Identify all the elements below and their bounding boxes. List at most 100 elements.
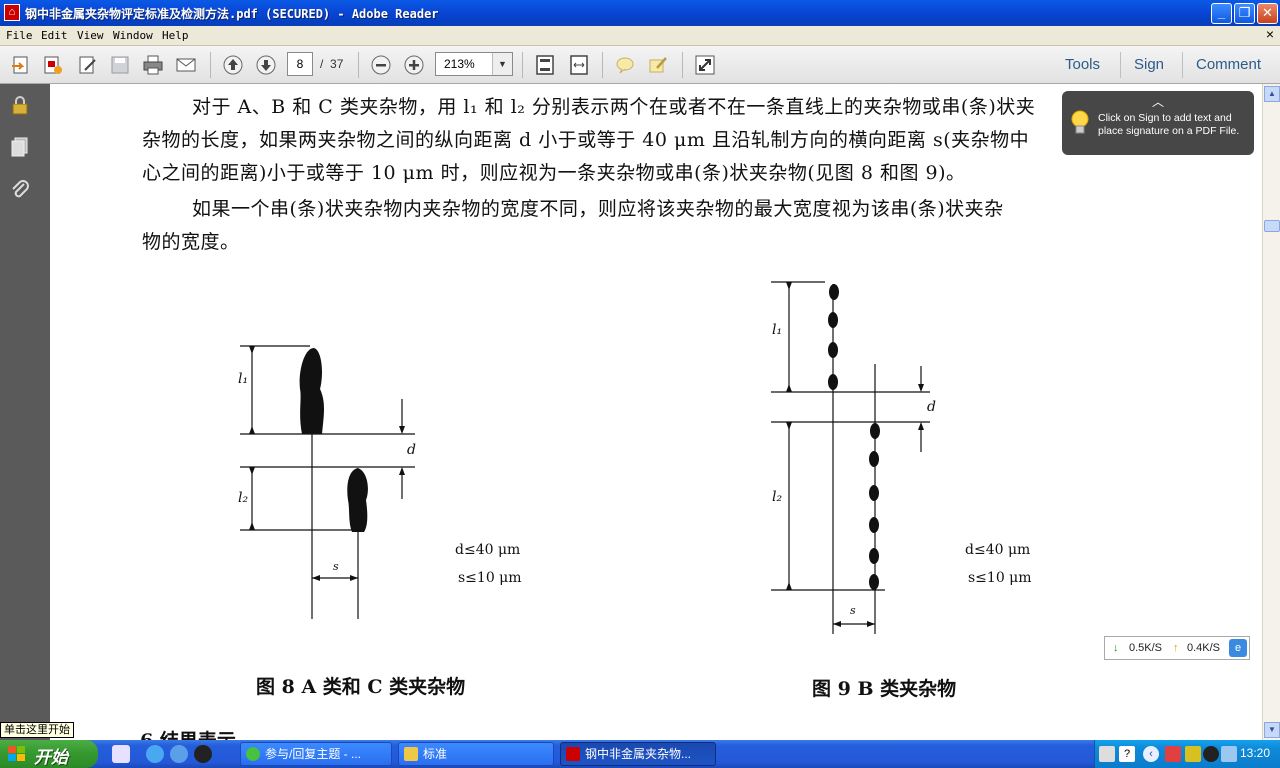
- browser-icon: [246, 747, 260, 761]
- email-icon[interactable]: [173, 53, 199, 77]
- zoom-select[interactable]: 213% ▼: [435, 52, 513, 76]
- browser-icon[interactable]: e: [1229, 639, 1247, 657]
- fig8-label-l2: l₂: [238, 490, 249, 506]
- fig8-label-l1: l₁: [238, 371, 249, 387]
- chevron-down-icon[interactable]: ▼: [492, 53, 512, 75]
- toolbar-separator: [602, 52, 603, 78]
- menu-file[interactable]: File: [6, 29, 33, 42]
- window-title: 钢中非金属夹杂物评定标准及检测方法.pdf (SECURED) - Adobe …: [25, 7, 439, 21]
- keyboard-icon[interactable]: [1099, 746, 1115, 762]
- menu-window[interactable]: Window: [113, 29, 153, 42]
- qq-tray-icon[interactable]: [1203, 746, 1219, 762]
- toolbar-separator: [1182, 52, 1183, 78]
- quicklaunch-qq-icon[interactable]: [194, 745, 212, 763]
- paragraph-line: 物的宽度。: [142, 231, 240, 253]
- close-button[interactable]: ✕: [1257, 3, 1278, 24]
- quicklaunch-ie-icon[interactable]: [170, 745, 188, 763]
- fig9-label-l1: l₁: [772, 322, 783, 338]
- task-folder-standard[interactable]: 标准: [398, 742, 554, 766]
- upload-arrow-icon: ↑: [1173, 642, 1179, 654]
- fig8-label-s: s: [333, 560, 339, 573]
- start-button[interactable]: 开始: [0, 740, 98, 768]
- fig8-label-d: d: [407, 442, 416, 458]
- minimize-button[interactable]: _: [1211, 3, 1232, 24]
- scroll-down-arrow-icon[interactable]: ▼: [1264, 722, 1280, 738]
- taskbar: 开始 参与/回复主题 - ... 标准 钢中非金属夹杂物... ? ‹ 13:2…: [0, 740, 1280, 768]
- input-method-icon[interactable]: [1185, 746, 1201, 762]
- task-label: 标准: [423, 747, 448, 761]
- zoom-in-icon[interactable]: [401, 53, 427, 77]
- start-label: 开始: [34, 748, 68, 767]
- paragraph-line: 对于 A、B 和 C 类夹杂物，用 l₁ 和 l₂ 分别表示两个在或者不在一条直…: [192, 96, 1036, 118]
- previous-page-icon[interactable]: [220, 53, 246, 77]
- create-pdf-icon[interactable]: [40, 53, 66, 77]
- highlight-icon[interactable]: [645, 53, 671, 77]
- scroll-thumb[interactable]: [1264, 220, 1280, 232]
- fig9-condition-d: d≤40 μm: [965, 542, 1031, 558]
- network-icon[interactable]: [1221, 746, 1237, 762]
- save-icon[interactable]: [107, 53, 133, 77]
- folder-icon: [404, 747, 418, 761]
- quicklaunch-desktop-icon[interactable]: [112, 745, 130, 763]
- toolbar-separator: [682, 52, 683, 78]
- figure-9-caption: 图 9 B 类夹杂物: [812, 678, 957, 700]
- next-page-icon[interactable]: [253, 53, 279, 77]
- toolbar-separator: [522, 52, 523, 78]
- pdf-page: 对于 A、B 和 C 类夹杂物，用 l₁ 和 l₂ 分别表示两个在或者不在一条直…: [50, 84, 1262, 740]
- upload-speed: 0.4K/S: [1187, 642, 1221, 654]
- fig9-condition-s: s≤10 μm: [968, 570, 1032, 586]
- fig9-label-d: d: [927, 399, 936, 415]
- attachment-icon[interactable]: [9, 178, 31, 200]
- download-speed: 0.5K/S: [1129, 642, 1163, 654]
- tooltip-text: Click on Sign to add text and place sign…: [1098, 112, 1240, 137]
- paragraph-line: 心之间的距离)小于或等于 10 μm 时，则应视为一条夹杂物或串(条)状夹杂物(…: [142, 162, 966, 184]
- task-forum-reply[interactable]: 参与/回复主题 - ...: [240, 742, 392, 766]
- adobe-reader-icon: ⌂: [4, 4, 20, 21]
- pages-icon[interactable]: [9, 136, 31, 158]
- paragraph-line: 如果一个串(条)状夹杂物内夹杂物的宽度不同，则应将该夹杂物的最大宽度视为该串(条…: [192, 198, 1004, 220]
- menu-view[interactable]: View: [77, 29, 104, 42]
- comment-link[interactable]: Comment: [1196, 56, 1261, 73]
- zoom-out-icon[interactable]: [368, 53, 394, 77]
- fit-page-icon[interactable]: [532, 53, 558, 77]
- sign-tooltip: ︿ Click on Sign to add text and place si…: [1062, 91, 1254, 155]
- zoom-value: 213%: [444, 57, 475, 71]
- security-icon[interactable]: [1165, 746, 1181, 762]
- open-icon[interactable]: [8, 53, 34, 77]
- download-arrow-icon: ↓: [1113, 642, 1119, 654]
- menu-help[interactable]: Help: [162, 29, 189, 42]
- full-screen-icon[interactable]: [692, 53, 718, 77]
- windows-flag-icon: [8, 746, 25, 761]
- section-heading: 6 结果表示: [140, 726, 236, 740]
- document-close-icon[interactable]: ×: [1266, 26, 1274, 42]
- network-monitor: ↓ 0.5K/S ↑ 0.4K/S e: [1104, 636, 1250, 660]
- sign-link[interactable]: Sign: [1134, 56, 1164, 73]
- edit-icon[interactable]: [75, 53, 101, 77]
- scroll-up-arrow-icon[interactable]: ▲: [1264, 86, 1280, 102]
- quicklaunch-browser-icon[interactable]: [146, 745, 164, 763]
- page-separator: /: [320, 57, 324, 71]
- lock-icon[interactable]: [9, 94, 31, 116]
- toolbar-separator: [1120, 52, 1121, 78]
- toolbar-separator: [210, 52, 211, 78]
- fit-width-icon[interactable]: [566, 53, 592, 77]
- vertical-scrollbar[interactable]: ▲ ▼: [1262, 84, 1280, 740]
- chevron-up-icon[interactable]: ︿: [1152, 93, 1164, 110]
- help-icon[interactable]: ?: [1119, 746, 1135, 762]
- tools-link[interactable]: Tools: [1065, 56, 1100, 73]
- start-tooltip: 单击这里开始: [0, 722, 74, 738]
- chevron-left-icon[interactable]: ‹: [1143, 746, 1159, 762]
- page-number-input[interactable]: 8: [287, 52, 313, 76]
- restore-button[interactable]: ❐: [1234, 3, 1255, 24]
- print-icon[interactable]: [140, 53, 166, 77]
- task-label: 参与/回复主题 - ...: [265, 747, 362, 761]
- title-bar: ⌂ 钢中非金属夹杂物评定标准及检测方法.pdf (SECURED) - Adob…: [0, 0, 1280, 26]
- clock: 13:20: [1239, 746, 1270, 760]
- page-total: / 37: [320, 57, 343, 71]
- task-label: 钢中非金属夹杂物...: [585, 747, 692, 761]
- task-adobe-reader[interactable]: 钢中非金属夹杂物...: [560, 742, 716, 766]
- lightbulb-icon: [1071, 110, 1089, 134]
- menu-edit[interactable]: Edit: [41, 29, 68, 42]
- system-tray: ? ‹ 13:20: [1094, 740, 1280, 768]
- comment-bubble-icon[interactable]: [612, 53, 638, 77]
